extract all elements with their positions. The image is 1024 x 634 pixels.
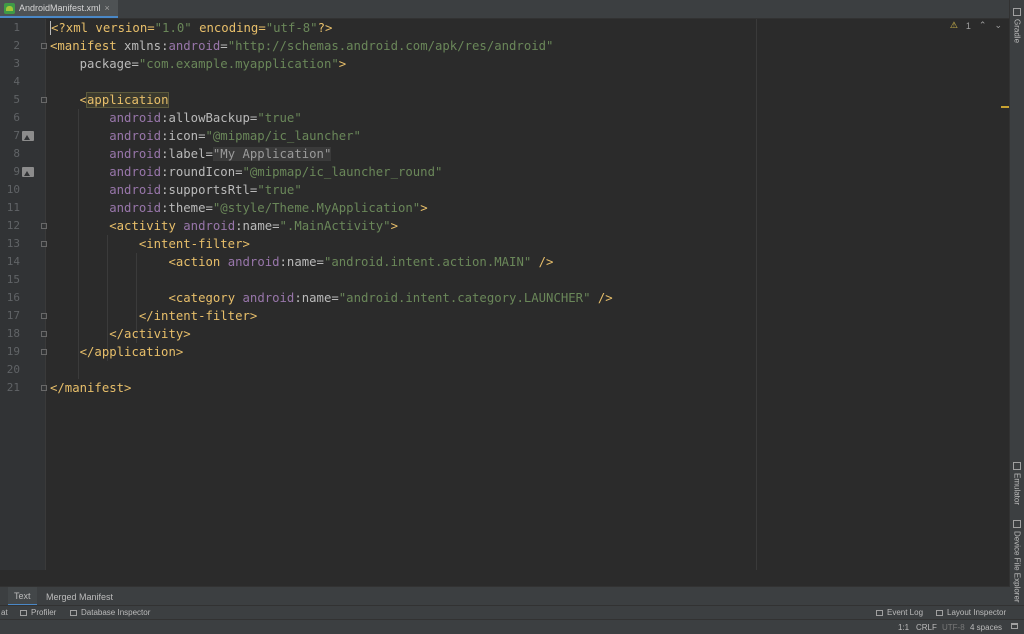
line-number: 19: [6, 345, 20, 358]
next-highlight-button[interactable]: ⌄: [994, 20, 1002, 31]
layout-inspector-icon: [936, 609, 943, 616]
code-line-12: <activity android:name=".MainActivity">: [109, 219, 398, 233]
code-line-11: android:theme="@style/Theme.MyApplicatio…: [109, 201, 428, 215]
lock-icon[interactable]: [1011, 623, 1018, 629]
tab-text[interactable]: Text: [8, 587, 37, 606]
code-line-21: </manifest>: [50, 381, 132, 395]
folded-label-placeholder: "My Application": [212, 147, 332, 161]
tool-tab-profiler[interactable]: Profiler: [20, 606, 56, 619]
tab-label: AndroidManifest.xml: [19, 3, 101, 13]
code-line-17: </intent-filter>: [138, 309, 258, 323]
image-preview-icon[interactable]: [22, 131, 34, 141]
line-number: 12: [6, 219, 20, 232]
code-line-6: android:allowBackup="true": [109, 111, 302, 125]
previous-highlight-button[interactable]: ⌃: [979, 20, 987, 31]
line-number: 21: [6, 381, 20, 394]
emulator-icon: [1013, 462, 1021, 470]
warning-icon: ⚠: [949, 20, 958, 30]
line-number: 15: [6, 273, 20, 286]
line-number: 13: [6, 237, 20, 250]
image-preview-icon[interactable]: [22, 167, 34, 177]
code-line-2: <manifest xmlns:android="http://schemas.…: [50, 39, 554, 53]
tab-android-manifest[interactable]: AndroidManifest.xml ×: [0, 0, 118, 18]
caret-position[interactable]: 1:1: [898, 620, 909, 634]
line-number: 14: [6, 255, 20, 268]
line-number: 8: [13, 147, 20, 160]
tool-window-strip: at Profiler Database Inspector Event Log…: [0, 605, 1024, 619]
line-number: 2: [13, 39, 20, 52]
code-line-8: android:label="My Application": [109, 147, 332, 161]
code-line-1: <?xml version="1.0" encoding="utf-8"?>: [50, 21, 333, 35]
status-bar: 1:1 CRLF UTF-8 4 spaces: [0, 619, 1024, 634]
right-tool-window-bar: Gradle Emulator Device File Explorer: [1009, 0, 1024, 605]
line-number: 9: [13, 165, 20, 178]
line-number: 20: [6, 363, 20, 376]
inspection-widget[interactable]: ⚠ 1 ⌃ ⌄: [950, 20, 1002, 31]
line-gutter: 1 2 3 4 5 6 7 8 9 10 11 12 13 14 15 16 1…: [0, 19, 47, 570]
line-number: 6: [13, 111, 20, 124]
gradle-tool-tab[interactable]: Gradle: [1010, 8, 1024, 43]
line-separator[interactable]: CRLF: [916, 620, 937, 634]
line-number: 3: [13, 57, 20, 70]
code-line-9: android:roundIcon="@mipmap/ic_launcher_r…: [109, 165, 443, 179]
code-editor[interactable]: <?xml version="1.0" encoding="utf-8"?> <…: [46, 19, 1010, 570]
editor-mode-tabs: Text Merged Manifest: [0, 586, 1010, 606]
indent-setting[interactable]: 4 spaces: [970, 620, 1002, 634]
device-file-explorer-tool-tab[interactable]: Device File Explorer: [1010, 520, 1024, 603]
line-number: 18: [6, 327, 20, 340]
tool-tab-event-log[interactable]: Event Log: [876, 606, 923, 619]
code-line-10: android:supportsRtl="true": [109, 183, 302, 197]
tab-merged-manifest[interactable]: Merged Manifest: [40, 587, 119, 606]
tool-tab-truncated[interactable]: at: [1, 606, 8, 619]
code-line-14: <action android:name="android.intent.act…: [168, 255, 554, 269]
editor-tab-bar: AndroidManifest.xml ×: [0, 0, 1010, 19]
gradle-icon: [1013, 8, 1021, 16]
line-number: 11: [6, 201, 20, 214]
line-number: 10: [6, 183, 20, 196]
code-line-16: <category android:name="android.intent.c…: [168, 291, 613, 305]
code-line-3: package="com.example.myapplication">: [79, 57, 347, 71]
code-line-13: <intent-filter>: [138, 237, 250, 251]
line-number: 7: [13, 129, 20, 142]
file-encoding[interactable]: UTF-8: [942, 620, 965, 634]
code-line-7: android:icon="@mipmap/ic_launcher": [109, 129, 361, 143]
android-file-icon: [4, 2, 15, 14]
profiler-icon: [20, 609, 27, 616]
code-line-5: <application: [79, 92, 170, 108]
line-number: 16: [6, 291, 20, 304]
database-icon: [70, 609, 77, 616]
line-number: 5: [13, 93, 20, 106]
warning-count: 1: [965, 20, 971, 31]
code-line-19: </application>: [79, 345, 184, 359]
line-number: 4: [13, 75, 20, 88]
code-line-18: </activity>: [109, 327, 191, 341]
close-icon[interactable]: ×: [105, 3, 110, 13]
device-file-explorer-icon: [1013, 520, 1021, 528]
line-number: 1: [13, 21, 20, 34]
event-log-icon: [876, 609, 883, 616]
tool-tab-database-inspector[interactable]: Database Inspector: [70, 606, 150, 619]
emulator-tool-tab[interactable]: Emulator: [1010, 462, 1024, 505]
highlighted-tag-name: application: [86, 92, 170, 108]
tool-tab-layout-inspector[interactable]: Layout Inspector: [936, 606, 1006, 619]
line-number: 17: [6, 309, 20, 322]
